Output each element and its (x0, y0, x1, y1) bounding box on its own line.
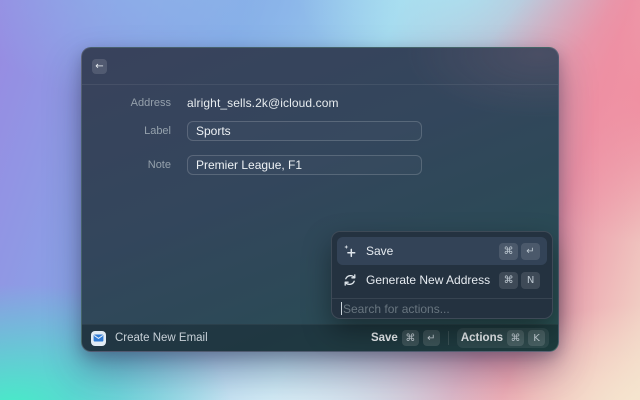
note-label: Note (147, 159, 171, 171)
command-key-badge: ⌘ (499, 242, 518, 260)
actions-popup: Save ⌘ ↵ Generate New Address ⌘ N (331, 231, 553, 319)
note-input[interactable]: Premier League, F1 (187, 155, 422, 175)
desktop-background: ← Address alright_sells.2k@icloud.com La… (0, 0, 640, 400)
k-key-badge: K (528, 330, 545, 346)
actions-button-label: Actions (460, 332, 503, 344)
window-header: ← (82, 48, 558, 85)
footer-divider (447, 331, 449, 345)
action-item-generate-new-address[interactable]: Generate New Address ⌘ N (337, 266, 547, 294)
label-label: Label (144, 125, 171, 137)
actions-search-input[interactable] (341, 301, 543, 316)
return-key-badge: ↵ (521, 242, 540, 260)
action-item-label: Generate New Address (366, 273, 491, 287)
context-label: Create New Email (115, 332, 208, 344)
action-item-label: Save (366, 244, 394, 258)
status-bar: Create New Email Save ⌘ ↵ Actions ⌘ K (82, 324, 558, 351)
address-value: alright_sells.2k@icloud.com (187, 96, 339, 110)
text-caret (341, 302, 342, 315)
email-icon (91, 330, 106, 346)
note-row: Note Premier League, F1 (82, 155, 422, 175)
note-input-value: Premier League, F1 (196, 158, 303, 172)
command-key-badge: ⌘ (499, 271, 519, 289)
action-item-save[interactable]: Save ⌘ ↵ (337, 237, 547, 265)
actions-button[interactable]: Actions ⌘ K (456, 328, 549, 348)
sparkle-plus-icon (343, 244, 357, 258)
label-row: Label Sports (82, 121, 422, 141)
n-key-badge: N (521, 271, 541, 289)
refresh-icon (343, 273, 357, 287)
label-input-value: Sports (196, 124, 231, 138)
label-input[interactable]: Sports (187, 121, 422, 141)
actions-search (337, 299, 547, 318)
command-key-badge: ⌘ (507, 330, 524, 346)
command-key-badge: ⌘ (401, 330, 419, 346)
back-arrow-icon: ← (95, 61, 104, 72)
save-button[interactable]: Save ⌘ ↵ (371, 330, 440, 346)
address-row: Address alright_sells.2k@icloud.com (82, 95, 339, 111)
save-button-label: Save (370, 332, 398, 344)
return-key-badge: ↵ (422, 330, 440, 346)
back-button[interactable]: ← (92, 59, 107, 74)
address-label: Address (130, 97, 171, 109)
